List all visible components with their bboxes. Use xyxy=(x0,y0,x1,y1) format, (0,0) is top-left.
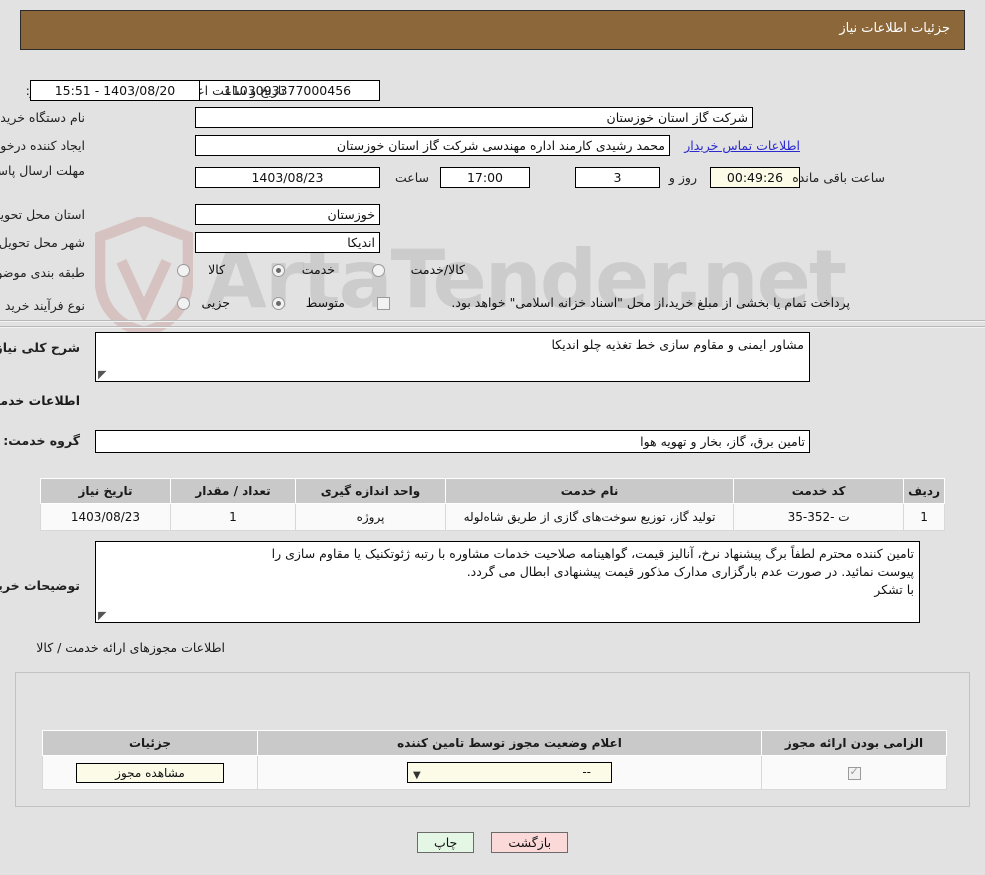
cell-row: 1 xyxy=(903,503,945,531)
label-service-group: گروه خدمت: xyxy=(3,433,80,448)
textarea-need-description[interactable]: مشاور ایمنی و مقاوم سازی خط تغذیه چلو ان… xyxy=(95,332,810,382)
radio-label-category-khedmat: خدمت xyxy=(301,262,335,277)
resize-grip-icon-notes[interactable]: ◥ xyxy=(98,609,110,622)
radio-label-category-kala: کالا xyxy=(208,262,225,277)
licenses-table-header-row: الزامی بودن ارائه مجوز اعلام وضعیت مجوز … xyxy=(42,730,947,756)
checkbox-treasury-documents[interactable] xyxy=(377,297,390,310)
cell-license-required xyxy=(761,755,947,790)
field-service-group[interactable]: تامین برق، گاز، بخار و تهویه هوا xyxy=(95,430,810,453)
table-row: ▼ -- مشاهده مجوز xyxy=(42,755,947,790)
section-title-services: اطلاعات خدمات مورد نیاز xyxy=(0,393,80,408)
shield-watermark-icon xyxy=(95,217,193,335)
page-title: جزئیات اطلاعات نیاز xyxy=(839,21,950,36)
select-license-status-value: -- xyxy=(582,765,591,779)
field-delivery-province[interactable]: خوزستان xyxy=(195,204,380,225)
label-days: روز و xyxy=(668,170,697,185)
label-buyer-org: نام دستگاه خریدار: xyxy=(0,110,85,125)
cell-license-details: مشاهده مجوز xyxy=(42,755,258,790)
field-delivery-city[interactable]: اندیکا xyxy=(195,232,380,253)
label-response-deadline-text: مهلت ارسال پاسخ: تا تاریخ: xyxy=(0,163,85,178)
page-root: ArtaTender.net جزئیات اطلاعات نیاز شماره… xyxy=(0,0,985,875)
col-name: نام خدمت xyxy=(444,478,735,504)
col-license-required: الزامی بودن ارائه مجوز xyxy=(761,730,947,756)
col-unit: واحد اندازه گیری xyxy=(295,478,446,504)
licenses-table: الزامی بودن ارائه مجوز اعلام وضعیت مجوز … xyxy=(42,730,947,790)
label-delivery-province: استان محل تحویل: xyxy=(0,207,85,222)
select-license-status[interactable]: ▼ -- xyxy=(407,762,612,783)
cell-date: 1403/08/23 xyxy=(40,503,171,531)
label-purchase-process: نوع فرآیند خرید : xyxy=(0,298,85,313)
cell-license-status: ▼ -- xyxy=(257,755,762,790)
label-request-creator: ایجاد کننده درخواست: xyxy=(0,138,85,153)
print-button[interactable]: چاپ xyxy=(416,832,475,853)
radio-category-kala[interactable] xyxy=(177,264,190,277)
label-subject-category: طبقه بندی موضوعی: xyxy=(0,265,85,280)
section-title-licenses: اطلاعات مجوزهای ارائه خدمت / کالا xyxy=(36,640,225,655)
field-countdown-timer: 00:49:26 xyxy=(710,167,800,188)
field-remaining-days: 3 xyxy=(575,167,660,188)
divider-1 xyxy=(0,320,985,322)
cell-name: تولید گاز، توزیع سوخت‌های گازی از طریق ش… xyxy=(444,503,735,531)
radio-category-kala-khedmat[interactable] xyxy=(372,264,385,277)
label-deadline-hour: ساعت xyxy=(394,170,429,185)
label-delivery-city: شهر محل تحویل: xyxy=(0,235,85,250)
col-license-details: جزئیات xyxy=(42,730,258,756)
cell-code: ت -352-35 xyxy=(733,503,905,531)
resize-grip-icon[interactable]: ◥ xyxy=(98,368,110,381)
col-license-status: اعلام وضعیت مجوز توسط تامین کننده xyxy=(257,730,762,756)
col-date: تاریخ نیاز xyxy=(40,478,171,504)
col-code: کد خدمت xyxy=(733,478,905,504)
field-buyer-org[interactable]: شرکت گاز استان خوزستان xyxy=(195,107,753,128)
checkbox-license-required-icon xyxy=(847,765,861,780)
buyer-notes-line-1: تامین کننده محترم لطفاً برگ پیشنهاد نرخ،… xyxy=(271,546,914,561)
label-need-description: شرح کلی نیاز: xyxy=(0,340,80,355)
cell-unit: پروژه xyxy=(295,503,446,531)
field-deadline-hour[interactable]: 17:00 xyxy=(440,167,530,188)
items-table: ردیف کد خدمت نام خدمت واحد اندازه گیری ت… xyxy=(40,478,945,531)
footer-actions: بازگشت چاپ xyxy=(0,832,985,853)
radio-category-khedmat[interactable] xyxy=(272,264,285,277)
label-buyer-notes: توضیحات خریدار: xyxy=(0,578,80,593)
radio-process-motavaset[interactable] xyxy=(272,297,285,310)
col-qty: تعداد / مقدار xyxy=(170,478,296,504)
field-announce-datetime[interactable]: 1403/08/20 - 15:51 xyxy=(30,80,200,101)
radio-label-process-motavaset: متوسط xyxy=(305,295,345,310)
label-treasury-documents: پرداخت تمام یا بخشی از مبلغ خرید،از محل … xyxy=(451,295,850,310)
label-remaining: ساعت باقی مانده xyxy=(792,170,885,185)
buyer-notes-line-3: با تشکر xyxy=(874,582,914,597)
radio-process-jozei[interactable] xyxy=(177,297,190,310)
table-row: 1 ت -352-35 تولید گاز، توزیع سوخت‌های گا… xyxy=(40,503,945,531)
radio-label-process-jozei: جزیی xyxy=(201,295,230,310)
buyer-notes-line-2: پیوست نمائید. در صورت عدم بارگزاری مدارک… xyxy=(466,564,914,579)
field-deadline-date[interactable]: 1403/08/23 xyxy=(195,167,380,188)
items-table-header-row: ردیف کد خدمت نام خدمت واحد اندازه گیری ت… xyxy=(40,478,945,504)
back-button[interactable]: بازگشت xyxy=(491,832,569,853)
divider-2 xyxy=(0,326,985,328)
chevron-down-icon: ▼ xyxy=(413,770,421,781)
field-request-creator[interactable]: محمد رشیدی کارمند اداره مهندسی شرکت گاز … xyxy=(195,135,670,156)
window-header: جزئیات اطلاعات نیاز xyxy=(20,10,965,50)
label-response-deadline: مهلت ارسال پاسخ: تا تاریخ: xyxy=(0,163,85,179)
radio-label-category-kala-khedmat: کالا/خدمت xyxy=(410,262,465,277)
col-row: ردیف xyxy=(903,478,945,504)
buyer-contact-link[interactable]: اطلاعات تماس خریدار xyxy=(684,138,800,153)
cell-qty: 1 xyxy=(170,503,296,531)
need-description-text: مشاور ایمنی و مقاوم سازی خط تغذیه چلو ان… xyxy=(551,337,805,352)
view-license-button[interactable]: مشاهده مجوز xyxy=(76,762,224,783)
textarea-buyer-notes[interactable]: تامین کننده محترم لطفاً برگ پیشنهاد نرخ،… xyxy=(95,541,920,623)
